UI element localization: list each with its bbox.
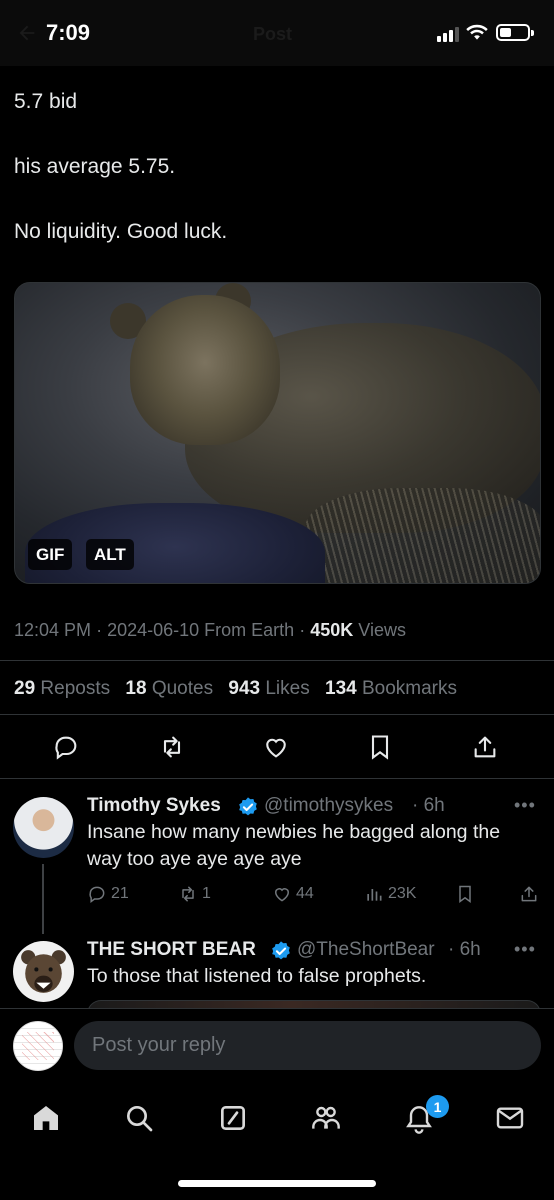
divider (0, 660, 554, 661)
like-count: 44 (296, 885, 314, 902)
reply-icon (89, 886, 105, 903)
more-options-icon[interactable]: ••• (514, 795, 536, 816)
gif-badge: GIF (28, 539, 73, 570)
tab-search[interactable] (121, 1100, 157, 1136)
reply-button[interactable] (49, 730, 83, 764)
thread-line (42, 864, 44, 934)
more-options-icon[interactable]: ••• (514, 939, 536, 960)
reply-input[interactable] (74, 1021, 541, 1070)
tweet-time: 12:04 PM (14, 620, 92, 640)
share-icon (474, 736, 496, 758)
views-count: 23K (388, 885, 417, 902)
bookmark-icon (371, 735, 389, 760)
repost-button[interactable] (155, 730, 189, 764)
wifi-icon (466, 24, 488, 40)
views-label: Views (358, 620, 406, 640)
avatar[interactable] (13, 797, 74, 858)
reply-time: · 6h (412, 795, 445, 816)
repost-count: 1 (202, 885, 211, 902)
verified-badge-icon (239, 797, 257, 816)
tab-messages[interactable] (492, 1100, 528, 1136)
repost-icon (163, 736, 181, 758)
reply-author-name[interactable]: Timothy Sykes (87, 795, 221, 817)
alt-badge[interactable]: ALT (86, 539, 134, 570)
like-button[interactable] (259, 730, 293, 764)
avatar[interactable] (13, 941, 74, 1002)
bear-avatar-icon (21, 950, 66, 993)
views-icon (367, 889, 382, 901)
header-title: Post (253, 24, 293, 44)
communities-icon (312, 1106, 340, 1129)
stat-quotes[interactable]: 18 Quotes (125, 678, 213, 699)
tab-communities[interactable] (308, 1100, 344, 1136)
tweet-stats: 29 Reposts 18 Quotes 943 Likes 134 Bookm… (14, 678, 457, 700)
verified-badge-icon (272, 941, 290, 960)
tab-grok[interactable] (215, 1100, 251, 1136)
reply-author-handle[interactable]: @TheShortBear (297, 939, 435, 961)
reply-share-button[interactable] (519, 884, 539, 904)
status-bar: 7:09 Post (0, 0, 554, 66)
avatar[interactable] (13, 1021, 63, 1071)
reply-author-handle[interactable]: @timothysykes (264, 795, 393, 817)
reply-bookmark-button[interactable] (455, 884, 475, 904)
like-icon (266, 738, 286, 758)
reply-icon (55, 736, 77, 760)
stat-reposts[interactable]: 29 Reposts (14, 678, 110, 699)
reply-likes[interactable]: 44 (272, 884, 314, 904)
grok-icon (221, 1106, 245, 1130)
notification-badge: 1 (426, 1095, 449, 1118)
repost-icon (182, 886, 194, 902)
status-time: 7:09 (46, 20, 91, 45)
reply-replies[interactable]: 21 (87, 884, 129, 904)
stat-bookmarks[interactable]: 134 Bookmarks (325, 678, 457, 699)
divider (0, 714, 554, 715)
reply-views[interactable]: 23K (364, 884, 416, 904)
reply-text-line: To those that listened to false prophets… (87, 965, 427, 987)
tweet-text-line: his average 5.75. (14, 155, 176, 178)
reply-time: · 6h (448, 939, 481, 960)
tweet-date: 2024-06-10 (107, 620, 200, 640)
views-count: 450K (310, 620, 354, 640)
divider (0, 778, 554, 779)
bookmark-button[interactable] (363, 730, 397, 764)
like-icon (274, 888, 290, 902)
signal-bars-icon (437, 26, 459, 42)
search-icon (127, 1106, 153, 1132)
share-icon (521, 886, 537, 902)
reply-reposts[interactable]: 1 (178, 884, 211, 904)
reply-text-line: way too aye aye aye aye (87, 848, 302, 870)
messages-icon (496, 1107, 524, 1129)
bookmark-icon (459, 885, 471, 903)
reply-text-line: Insane how many newbies he bagged along … (87, 821, 501, 843)
share-button[interactable] (468, 730, 502, 764)
tweet-meta: 12:04 PM · 2024-06-10 From Earth · 450K … (14, 620, 406, 640)
home-indicator[interactable] (178, 1180, 376, 1187)
tweet-source: From Earth (204, 620, 295, 640)
back-arrow-icon[interactable] (16, 22, 38, 44)
tweet-text-line: No liquidity. Good luck. (14, 220, 228, 243)
battery-icon (496, 24, 534, 41)
reply-count: 21 (111, 885, 129, 902)
tweet-text-line: 5.7 bid (14, 90, 78, 113)
stat-likes[interactable]: 943 Likes (228, 678, 309, 699)
tab-home[interactable] (28, 1100, 64, 1136)
home-icon (34, 1106, 58, 1130)
reply-author-name[interactable]: THE SHORT BEAR (87, 939, 256, 961)
